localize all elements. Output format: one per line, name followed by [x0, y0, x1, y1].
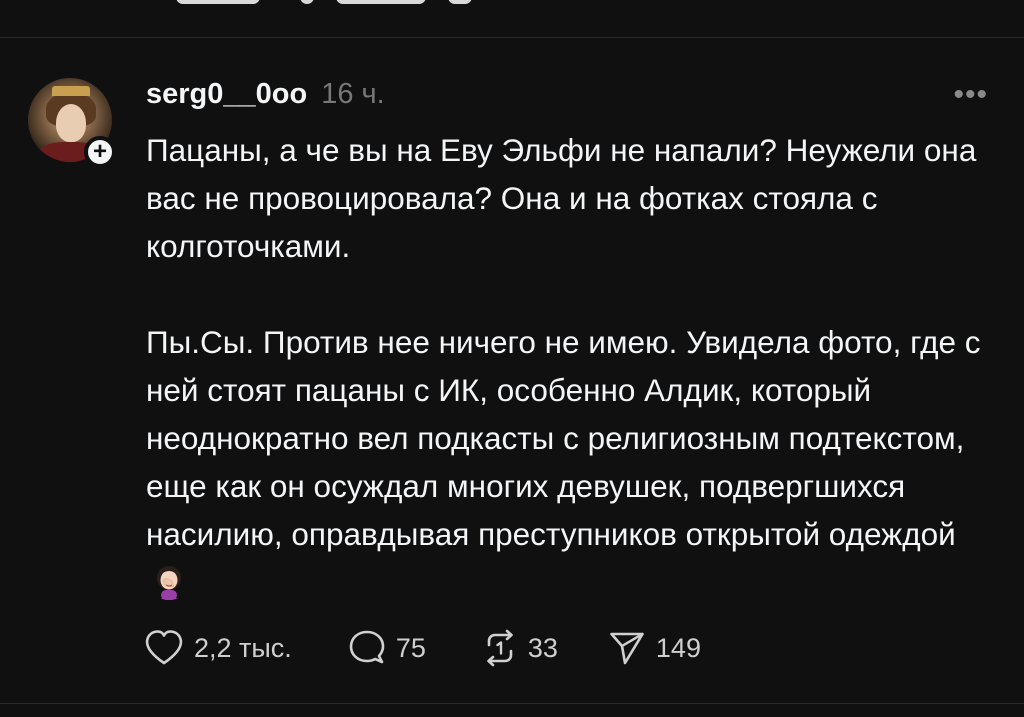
- share-button[interactable]: 149: [608, 629, 701, 667]
- facepalm-woman-emoji-icon: [150, 563, 188, 601]
- thread-post: + serg0__0oo 16 ч. ••• Пацаны, а че вы н…: [0, 38, 1024, 703]
- comment-bubble-icon: [348, 629, 386, 667]
- send-icon: [608, 629, 646, 667]
- repost-button[interactable]: 33: [482, 629, 558, 667]
- follow-plus-icon[interactable]: +: [84, 136, 116, 168]
- more-options-icon[interactable]: •••: [953, 80, 988, 110]
- post-timestamp: 16 ч.: [321, 78, 385, 110]
- bottom-divider: [0, 703, 1024, 704]
- share-count: 149: [655, 632, 701, 663]
- repost-count: 33: [527, 632, 558, 663]
- action-bar: 2,2 тыс. 75 33 149: [144, 626, 701, 670]
- reply-button[interactable]: 75: [348, 629, 426, 667]
- heart-icon: [144, 629, 184, 667]
- post-paragraph-2: Пы.Сы. Против нее ничего не имею. Увидел…: [146, 318, 986, 606]
- like-count: 2,2 тыс.: [194, 632, 292, 663]
- like-button[interactable]: 2,2 тыс.: [144, 629, 292, 667]
- repost-icon: [482, 629, 518, 667]
- post-header: serg0__0oo 16 ч.: [146, 78, 385, 111]
- avatar-container[interactable]: +: [28, 78, 116, 168]
- post-body: Пацаны, а че вы на Еву Эльфи не напали? …: [146, 126, 986, 606]
- post-paragraph-1: Пацаны, а че вы на Еву Эльфи не напали? …: [146, 132, 977, 264]
- reply-count: 75: [395, 632, 426, 663]
- username-link[interactable]: serg0__0oo: [146, 78, 307, 111]
- previous-post-fragment: [0, 0, 1024, 14]
